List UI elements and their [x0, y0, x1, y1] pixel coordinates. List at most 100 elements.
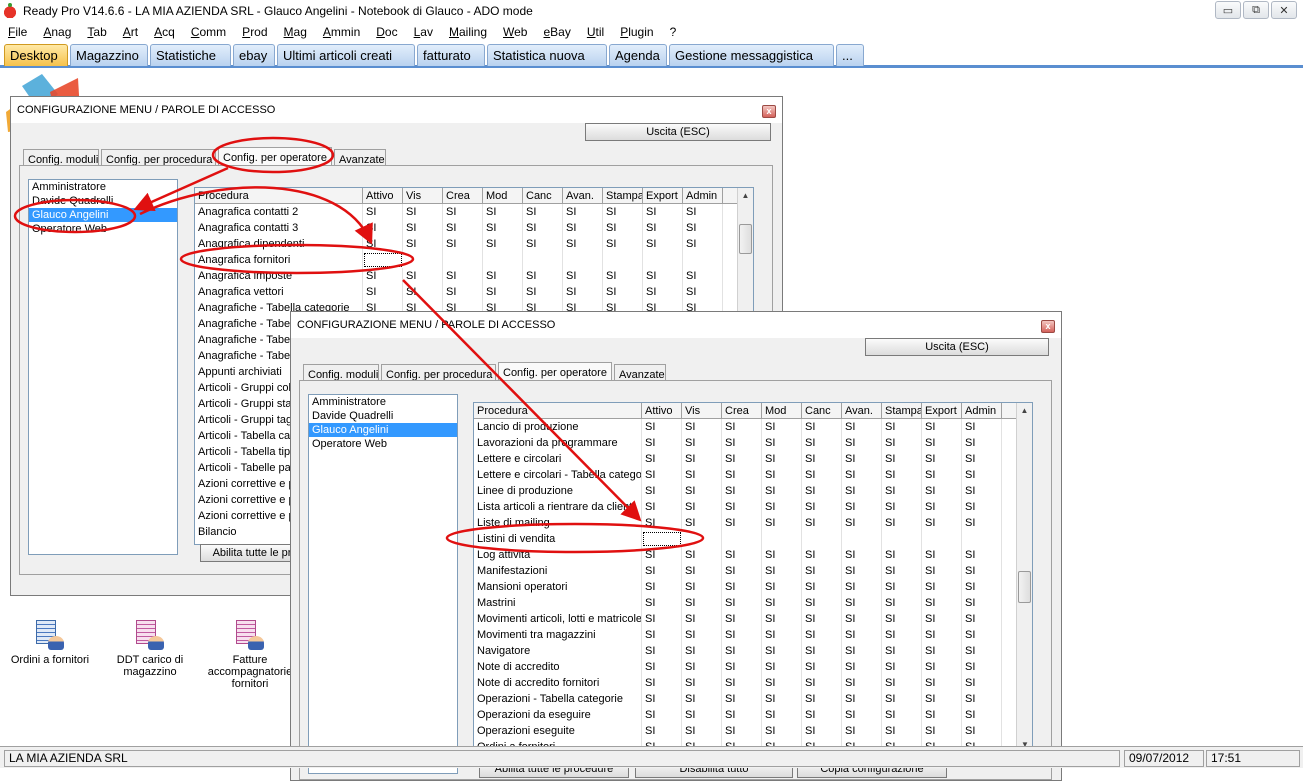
permission-cell[interactable]: SI [962, 563, 1002, 579]
permission-cell[interactable]: SI [882, 419, 922, 435]
permission-cell[interactable]: SI [762, 595, 802, 611]
permission-cell[interactable]: SI [882, 643, 922, 659]
permission-cell[interactable]: SI [962, 467, 1002, 483]
table-row[interactable]: Lista articoli a rientrare da clienti SI S… [474, 499, 1032, 515]
permission-cell[interactable]: SI [842, 467, 882, 483]
tab-gestione-messaggistica[interactable]: Gestione messaggistica [669, 44, 834, 66]
permission-cell[interactable]: SI [842, 483, 882, 499]
permission-cell[interactable]: SI [762, 707, 802, 723]
permission-cell[interactable]: SI [882, 483, 922, 499]
exit-button[interactable]: Uscita (ESC) [865, 338, 1049, 356]
tab-desktop[interactable]: Desktop [4, 44, 68, 66]
permission-cell[interactable]: SI [802, 435, 842, 451]
permission-cell[interactable]: SI [682, 691, 722, 707]
permission-cell[interactable]: SI [802, 643, 842, 659]
permission-cell[interactable]: SI [802, 467, 842, 483]
permission-cell[interactable]: SI [722, 451, 762, 467]
permission-cell[interactable]: SI [682, 611, 722, 627]
table-row[interactable]: Anagrafica vettori SI SI SI SI SI SI SI SI SI [195, 284, 753, 300]
permission-cell[interactable]: SI [523, 268, 563, 284]
permission-cell[interactable]: SI [642, 707, 682, 723]
menu-plugin[interactable]: Plugin [612, 25, 661, 39]
permission-cell[interactable]: SI [842, 547, 882, 563]
table-row[interactable]: Note di accredito SI SI SI SI SI SI SI SI SI [474, 659, 1032, 675]
scroll-thumb[interactable] [1018, 571, 1031, 603]
menu-lav[interactable]: Lav [406, 25, 441, 39]
permission-cell[interactable]: SI [842, 419, 882, 435]
permission-cell[interactable]: SI [443, 284, 483, 300]
permission-cell[interactable] [842, 531, 882, 547]
permission-cell[interactable] [403, 252, 443, 268]
column-header[interactable]: Crea [722, 403, 762, 418]
table-row[interactable]: Mastrini SI SI SI SI SI SI SI SI SI [474, 595, 1032, 611]
column-header[interactable]: Export [643, 188, 683, 203]
table-row[interactable]: Manifestazioni SI SI SI SI SI SI SI SI SI [474, 563, 1032, 579]
permission-cell[interactable]: SI [682, 675, 722, 691]
table-row[interactable]: Navigatore SI SI SI SI SI SI SI SI SI [474, 643, 1032, 659]
permission-cell[interactable]: SI [722, 419, 762, 435]
menu-ammin[interactable]: Ammin [315, 25, 368, 39]
table-row[interactable]: Movimenti articoli, lotti e matricole SI S… [474, 611, 1032, 627]
column-header[interactable]: Procedura [195, 188, 363, 203]
permission-cell[interactable]: SI [682, 515, 722, 531]
table-row[interactable]: Anagrafica dipendenti SI SI SI SI SI SI SI SI SI [195, 236, 753, 252]
desktop-shortcut[interactable]: Ordini a fornitori [5, 620, 95, 666]
grid-scrollbar[interactable]: ▲ ▼ [1016, 403, 1032, 753]
permission-cell[interactable]: SI [642, 723, 682, 739]
table-row[interactable]: Lancio di produzione SI SI SI SI SI SI SI SI SI [474, 419, 1032, 435]
permission-cell[interactable]: SI [762, 451, 802, 467]
permission-cell[interactable]: SI [443, 268, 483, 284]
permission-cell[interactable]: SI [922, 643, 962, 659]
permission-cell[interactable]: SI [882, 595, 922, 611]
permission-cell[interactable]: SI [962, 659, 1002, 675]
permission-cell[interactable]: SI [642, 579, 682, 595]
column-header[interactable]: Canc [523, 188, 563, 203]
permission-cell[interactable]: SI [762, 675, 802, 691]
permission-cell[interactable]: SI [802, 691, 842, 707]
permission-cell[interactable]: SI [683, 268, 723, 284]
permission-cell[interactable]: SI [922, 451, 962, 467]
permission-cell[interactable]: SI [882, 691, 922, 707]
permission-cell[interactable]: SI [922, 547, 962, 563]
permission-cell[interactable]: SI [642, 515, 682, 531]
permission-cell[interactable]: SI [922, 515, 962, 531]
permission-cell[interactable]: SI [922, 419, 962, 435]
table-row[interactable]: Liste di mailing SI SI SI SI SI SI SI SI SI [474, 515, 1032, 531]
operator-item[interactable]: Operatore Web [309, 437, 457, 451]
permission-cell[interactable] [762, 531, 802, 547]
table-row[interactable]: Lettere e circolari SI SI SI SI SI SI SI SI SI [474, 451, 1032, 467]
permission-cell[interactable]: SI [802, 563, 842, 579]
permission-cell[interactable]: SI [722, 467, 762, 483]
permission-cell[interactable]: SI [762, 483, 802, 499]
permission-cell[interactable]: SI [882, 675, 922, 691]
permission-cell[interactable]: SI [642, 499, 682, 515]
permission-cell[interactable]: SI [563, 284, 603, 300]
permission-cell[interactable]: SI [523, 204, 563, 220]
permission-cell[interactable]: SI [443, 236, 483, 252]
permission-cell[interactable]: SI [483, 268, 523, 284]
permission-cell[interactable]: SI [683, 204, 723, 220]
permission-cell[interactable]: SI [682, 659, 722, 675]
permission-cell[interactable]: SI [643, 204, 683, 220]
permission-cell[interactable] [443, 252, 483, 268]
permission-cell[interactable]: SI [962, 419, 1002, 435]
table-row[interactable]: Anagrafica contatti 3 SI SI SI SI SI SI SI SI SI [195, 220, 753, 236]
permission-cell[interactable]: SI [483, 284, 523, 300]
permission-cell[interactable]: SI [762, 563, 802, 579]
permission-cell[interactable]: SI [962, 515, 1002, 531]
operator-item[interactable]: Glauco Angelini [309, 423, 457, 437]
permission-cell[interactable]: SI [762, 515, 802, 531]
permission-cell[interactable]: SI [682, 483, 722, 499]
permission-cell[interactable]: SI [682, 547, 722, 563]
column-header[interactable]: Mod [483, 188, 523, 203]
permission-cell[interactable]: SI [762, 579, 802, 595]
permission-cell[interactable]: SI [682, 627, 722, 643]
tab-statistica-nuova[interactable]: Statistica nuova [487, 44, 607, 66]
permission-cell[interactable]: SI [563, 268, 603, 284]
table-row[interactable]: Anagrafica contatti 2 SI SI SI SI SI SI SI SI SI [195, 204, 753, 220]
permission-cell[interactable]: SI [722, 579, 762, 595]
permission-cell[interactable]: SI [802, 579, 842, 595]
dialog-close-button[interactable]: x [762, 105, 776, 118]
permission-cell[interactable]: SI [962, 483, 1002, 499]
permission-cell[interactable]: SI [842, 611, 882, 627]
